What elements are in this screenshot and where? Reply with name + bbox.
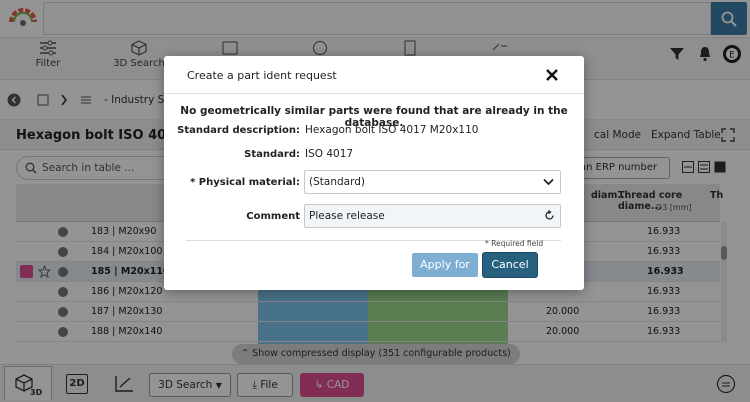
material-select-value: (Standard) <box>309 176 365 188</box>
chevron-down-icon <box>543 178 554 186</box>
required-field-note: * Required field <box>485 239 544 248</box>
part-ident-request-dialog: Create a part ident request No geometric… <box>164 56 584 290</box>
std-desc-value: Hexagon bolt ISO 4017 M20x110 <box>305 124 479 136</box>
dialog-header: Create a part ident request <box>164 56 584 94</box>
dialog-title: Create a part ident request <box>187 69 337 82</box>
cancel-button[interactable]: Cancel <box>483 253 537 277</box>
close-icon[interactable] <box>545 68 559 82</box>
standard-label: Standard: <box>244 149 300 160</box>
std-desc-label: Standard description: <box>177 125 300 136</box>
reset-icon[interactable] <box>544 210 555 221</box>
comment-field[interactable]: Please release <box>304 204 561 228</box>
material-select[interactable]: (Standard) <box>304 170 561 194</box>
material-label: * Physical material: <box>190 177 300 188</box>
comment-field-value: Please release <box>309 210 385 222</box>
standard-value: ISO 4017 <box>305 148 354 160</box>
comment-label: Comment <box>246 211 300 222</box>
apply-for-button[interactable]: Apply for <box>412 253 478 277</box>
